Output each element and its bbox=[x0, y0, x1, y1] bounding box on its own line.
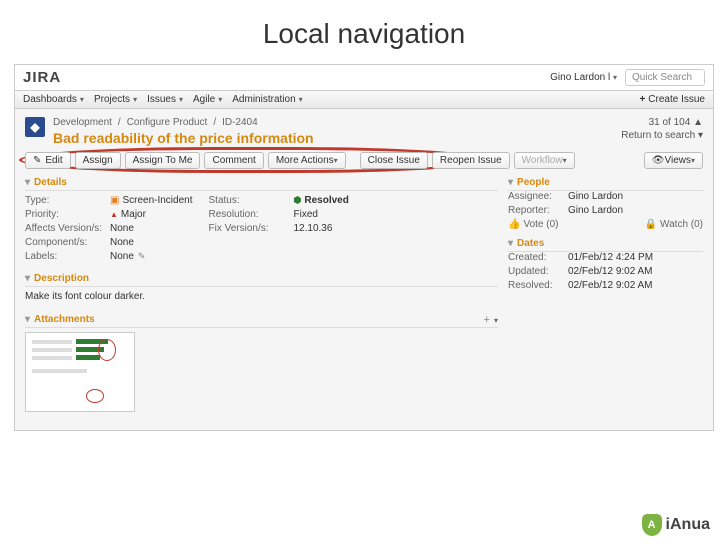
nav-administration[interactable]: Administration bbox=[232, 94, 302, 105]
dates-section: ▾Dates Created:01/Feb/12 4:24 PM Updated… bbox=[508, 238, 703, 291]
watch-button[interactable]: 🔒Watch (0) bbox=[645, 219, 703, 230]
result-index: 31 of 104 ▲ bbox=[621, 117, 703, 128]
watch-icon: 🔒 bbox=[645, 219, 657, 230]
pencil-icon: ✎ bbox=[33, 155, 41, 166]
more-actions-button[interactable]: More Actions bbox=[268, 152, 346, 169]
breadcrumb-project[interactable]: Development bbox=[53, 117, 112, 128]
priority-value: Major bbox=[110, 209, 146, 220]
reopen-issue-button[interactable]: Reopen Issue bbox=[432, 152, 510, 169]
people-section: ▾People Assignee:Gino Lardon Reporter:Gi… bbox=[508, 177, 703, 230]
nav-dashboards[interactable]: Dashboards bbox=[23, 94, 84, 105]
attachment-options-icon[interactable] bbox=[494, 314, 498, 326]
details-section: ▾Details Type:Screen-Incident Priority:M… bbox=[25, 177, 498, 265]
app-window: JIRA Gino Lardon l Quick Search Dashboar… bbox=[14, 64, 714, 431]
collapse-icon[interactable]: ▾ bbox=[25, 314, 30, 325]
return-to-search[interactable]: Return to search ▾ bbox=[621, 130, 703, 141]
comment-button[interactable]: Comment bbox=[204, 152, 263, 169]
attachment-thumbnail[interactable] bbox=[25, 332, 135, 412]
workflow-button[interactable]: Workflow bbox=[514, 152, 575, 169]
nav-projects[interactable]: Projects bbox=[94, 94, 137, 105]
action-toolbar: ✎Edit Assign Assign To Me Comment More A… bbox=[25, 152, 575, 169]
eye-icon: 👁 bbox=[652, 155, 665, 166]
caret-down-icon bbox=[613, 72, 617, 83]
plus-icon: + bbox=[639, 94, 645, 105]
attachments-section: ▾Attachments + bbox=[25, 314, 498, 412]
assign-to-me-button[interactable]: Assign To Me bbox=[125, 152, 201, 169]
issue-header: ◆ Development / Configure Product / ID-2… bbox=[15, 109, 713, 150]
edit-button[interactable]: ✎Edit bbox=[25, 152, 71, 169]
brand-logo: A iAnua bbox=[642, 514, 710, 536]
collapse-icon[interactable]: ▾ bbox=[508, 238, 513, 249]
nav-issues[interactable]: Issues bbox=[147, 94, 183, 105]
user-menu[interactable]: Gino Lardon l bbox=[550, 72, 617, 83]
issue-title: Bad readability of the price information bbox=[53, 130, 314, 146]
add-attachment-icon[interactable]: + bbox=[484, 314, 490, 326]
quick-search-input[interactable]: Quick Search bbox=[625, 69, 705, 86]
slide-title: Local navigation bbox=[0, 0, 728, 64]
description-section: ▾Description Make its font colour darker… bbox=[25, 273, 498, 306]
breadcrumb-component[interactable]: Configure Product bbox=[127, 117, 208, 128]
type-value: Screen-Incident bbox=[110, 195, 193, 206]
collapse-icon[interactable]: ▾ bbox=[25, 177, 30, 188]
jira-logo: JIRA bbox=[23, 69, 61, 86]
collapse-icon[interactable]: ▾ bbox=[25, 273, 30, 284]
action-toolbar-wrap: ✎Edit Assign Assign To Me Comment More A… bbox=[15, 150, 713, 177]
close-issue-button[interactable]: Close Issue bbox=[360, 152, 428, 169]
collapse-icon[interactable]: ▾ bbox=[508, 177, 513, 188]
topbar: JIRA Gino Lardon l Quick Search bbox=[15, 65, 713, 90]
vote-button[interactable]: 👍Vote (0) bbox=[508, 219, 558, 230]
content: ▾Details Type:Screen-Incident Priority:M… bbox=[15, 177, 713, 430]
views-button[interactable]: 👁 Views bbox=[644, 152, 703, 169]
create-issue-button[interactable]: +Create Issue bbox=[639, 94, 705, 105]
project-avatar-icon: ◆ bbox=[25, 117, 45, 137]
assign-button[interactable]: Assign bbox=[75, 152, 121, 169]
breadcrumb-key[interactable]: ID-2404 bbox=[222, 117, 258, 128]
description-text: Make its font colour darker. bbox=[25, 287, 498, 306]
edit-labels-icon[interactable]: ✎ bbox=[138, 251, 146, 262]
thumbs-up-icon: 👍 bbox=[508, 219, 520, 230]
shield-icon: A bbox=[642, 514, 662, 536]
nav-agile[interactable]: Agile bbox=[193, 94, 222, 105]
status-value: Resolved bbox=[294, 195, 349, 206]
breadcrumb: Development / Configure Product / ID-240… bbox=[53, 117, 314, 128]
main-navbar: Dashboards Projects Issues Agile Adminis… bbox=[15, 90, 713, 109]
